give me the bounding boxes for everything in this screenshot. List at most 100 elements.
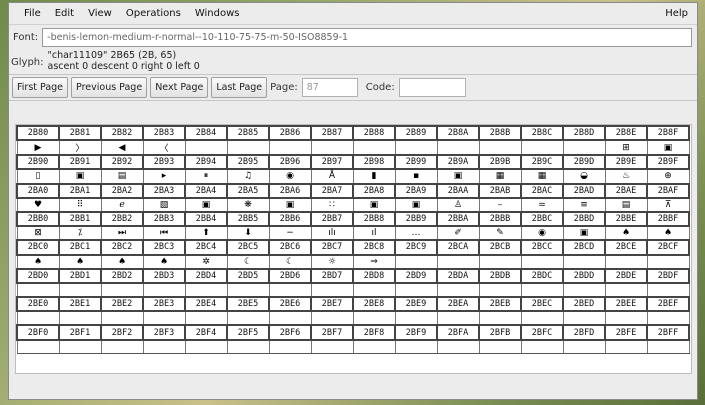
- glyph-code-cell[interactable]: 2BF7: [310, 324, 354, 341]
- glyph-code-cell[interactable]: 2B92: [100, 154, 144, 171]
- glyph-cell[interactable]: [310, 282, 354, 298]
- glyph-code-cell[interactable]: 2B9F: [646, 154, 690, 171]
- glyph-cell[interactable]: ▶: [16, 139, 60, 156]
- glyph-cell[interactable]: [268, 139, 312, 156]
- glyph-cell[interactable]: [58, 282, 102, 298]
- glyph-cell[interactable]: ⠿: [58, 197, 102, 213]
- glyph-code-cell[interactable]: 2B8F: [646, 124, 690, 142]
- glyph-code-cell[interactable]: 2BF6: [268, 324, 312, 341]
- glyph-code-cell[interactable]: 2B8D: [562, 124, 606, 142]
- glyph-cell[interactable]: [100, 282, 144, 298]
- glyph-cell[interactable]: [352, 339, 396, 355]
- glyph-cell[interactable]: [562, 253, 606, 270]
- glyph-code-cell[interactable]: 2BE3: [142, 296, 186, 313]
- glyph-cell[interactable]: [604, 310, 648, 326]
- glyph-code-cell[interactable]: 2BEB: [478, 296, 522, 313]
- glyph-cell[interactable]: [184, 339, 228, 355]
- glyph-cell[interactable]: ✲: [184, 253, 228, 270]
- glyph-code-cell[interactable]: 2B91: [58, 154, 102, 171]
- glyph-cell[interactable]: ∷: [310, 197, 354, 213]
- glyph-code-cell[interactable]: 2BBE: [604, 210, 648, 228]
- glyph-cell[interactable]: ▦: [478, 168, 522, 185]
- glyph-cell[interactable]: [562, 139, 606, 156]
- glyph-code-cell[interactable]: 2B8A: [436, 124, 480, 142]
- glyph-code-cell[interactable]: 2BA8: [352, 182, 396, 199]
- glyph-code-cell[interactable]: 2BB5: [226, 210, 270, 228]
- glyph-cell[interactable]: ◉: [520, 225, 564, 241]
- glyph-code-cell[interactable]: 2BEA: [436, 296, 480, 313]
- glyph-cell[interactable]: [520, 339, 564, 355]
- glyph-code-cell[interactable]: 2BCE: [604, 239, 648, 256]
- glyph-cell[interactable]: [268, 339, 312, 355]
- menu-edit[interactable]: Edit: [48, 8, 81, 19]
- glyph-code-cell[interactable]: 2BB7: [310, 210, 354, 228]
- glyph-cell[interactable]: ⊞: [604, 139, 648, 156]
- glyph-cell[interactable]: ⬇: [226, 225, 270, 241]
- glyph-cell[interactable]: ♠: [16, 253, 60, 270]
- glyph-cell[interactable]: [100, 339, 144, 355]
- glyph-cell[interactable]: …: [394, 225, 438, 241]
- glyph-cell[interactable]: [604, 339, 648, 355]
- glyph-code-cell[interactable]: 2BEF: [646, 296, 690, 313]
- glyph-cell[interactable]: [478, 282, 522, 298]
- glyph-code-cell[interactable]: 2BAA: [436, 182, 480, 199]
- glyph-code-cell[interactable]: 2BA1: [58, 182, 102, 199]
- glyph-code-cell[interactable]: 2B9D: [562, 154, 606, 171]
- glyph-code-cell[interactable]: 2BDD: [562, 267, 606, 284]
- glyph-cell[interactable]: [646, 282, 690, 298]
- glyph-code-cell[interactable]: 2B94: [184, 154, 228, 171]
- glyph-cell[interactable]: ⁒: [58, 225, 102, 241]
- glyph-cell[interactable]: [604, 253, 648, 270]
- glyph-cell[interactable]: ⏮: [142, 225, 186, 241]
- glyph-cell[interactable]: ☼: [310, 253, 354, 270]
- glyph-code-cell[interactable]: 2BE7: [310, 296, 354, 313]
- glyph-cell[interactable]: ✐: [436, 225, 480, 241]
- glyph-cell[interactable]: [562, 310, 606, 326]
- glyph-code-cell[interactable]: 2B9B: [478, 154, 522, 171]
- glyph-cell[interactable]: ⊕: [646, 168, 690, 185]
- glyph-code-cell[interactable]: 2BB6: [268, 210, 312, 228]
- glyph-code-cell[interactable]: 2BD0: [16, 267, 60, 284]
- glyph-code-cell[interactable]: 2BFD: [562, 324, 606, 341]
- glyph-cell[interactable]: ✎: [478, 225, 522, 241]
- glyph-cell[interactable]: [226, 339, 270, 355]
- glyph-cell[interactable]: 〈: [142, 139, 186, 156]
- glyph-code-cell[interactable]: 2BCD: [562, 239, 606, 256]
- glyph-cell[interactable]: ▤: [604, 197, 648, 213]
- glyph-cell[interactable]: [184, 139, 228, 156]
- glyph-cell[interactable]: ♠: [604, 225, 648, 241]
- glyph-cell[interactable]: [604, 282, 648, 298]
- glyph-code-cell[interactable]: 2BBC: [520, 210, 564, 228]
- glyph-code-cell[interactable]: 2BDB: [478, 267, 522, 284]
- glyph-code-cell[interactable]: 2BAB: [478, 182, 522, 199]
- glyph-code-cell[interactable]: 2BDC: [520, 267, 564, 284]
- menu-operations[interactable]: Operations: [119, 8, 188, 19]
- glyph-code-cell[interactable]: 2B9A: [436, 154, 480, 171]
- glyph-cell[interactable]: [478, 310, 522, 326]
- glyph-cell[interactable]: [310, 339, 354, 355]
- menu-help[interactable]: Help: [658, 8, 695, 19]
- glyph-code-cell[interactable]: 2BED: [562, 296, 606, 313]
- glyph-code-cell[interactable]: 2B80: [16, 124, 60, 142]
- glyph-cell[interactable]: [520, 139, 564, 156]
- glyph-code-cell[interactable]: 2BBD: [562, 210, 606, 228]
- glyph-cell[interactable]: [16, 282, 60, 298]
- glyph-code-cell[interactable]: 2B87: [310, 124, 354, 142]
- glyph-code-cell[interactable]: 2BBB: [478, 210, 522, 228]
- glyph-code-cell[interactable]: 2B90: [16, 154, 60, 171]
- glyph-code-cell[interactable]: 2BE9: [394, 296, 438, 313]
- glyph-code-cell[interactable]: 2B95: [226, 154, 270, 171]
- glyph-cell[interactable]: [436, 253, 480, 270]
- glyph-cell[interactable]: [646, 339, 690, 355]
- glyph-cell[interactable]: ▦: [520, 168, 564, 185]
- glyph-code-cell[interactable]: 2BB3: [142, 210, 186, 228]
- glyph-cell[interactable]: ♠: [646, 225, 690, 241]
- glyph-code-cell[interactable]: 2BFE: [604, 324, 648, 341]
- glyph-cell[interactable]: ℯ: [100, 197, 144, 213]
- glyph-cell[interactable]: ♥: [16, 197, 60, 213]
- glyph-code-cell[interactable]: 2BE0: [16, 296, 60, 313]
- glyph-cell[interactable]: [436, 339, 480, 355]
- glyph-code-cell[interactable]: 2B89: [394, 124, 438, 142]
- glyph-cell[interactable]: [310, 310, 354, 326]
- glyph-code-cell[interactable]: 2BD7: [310, 267, 354, 284]
